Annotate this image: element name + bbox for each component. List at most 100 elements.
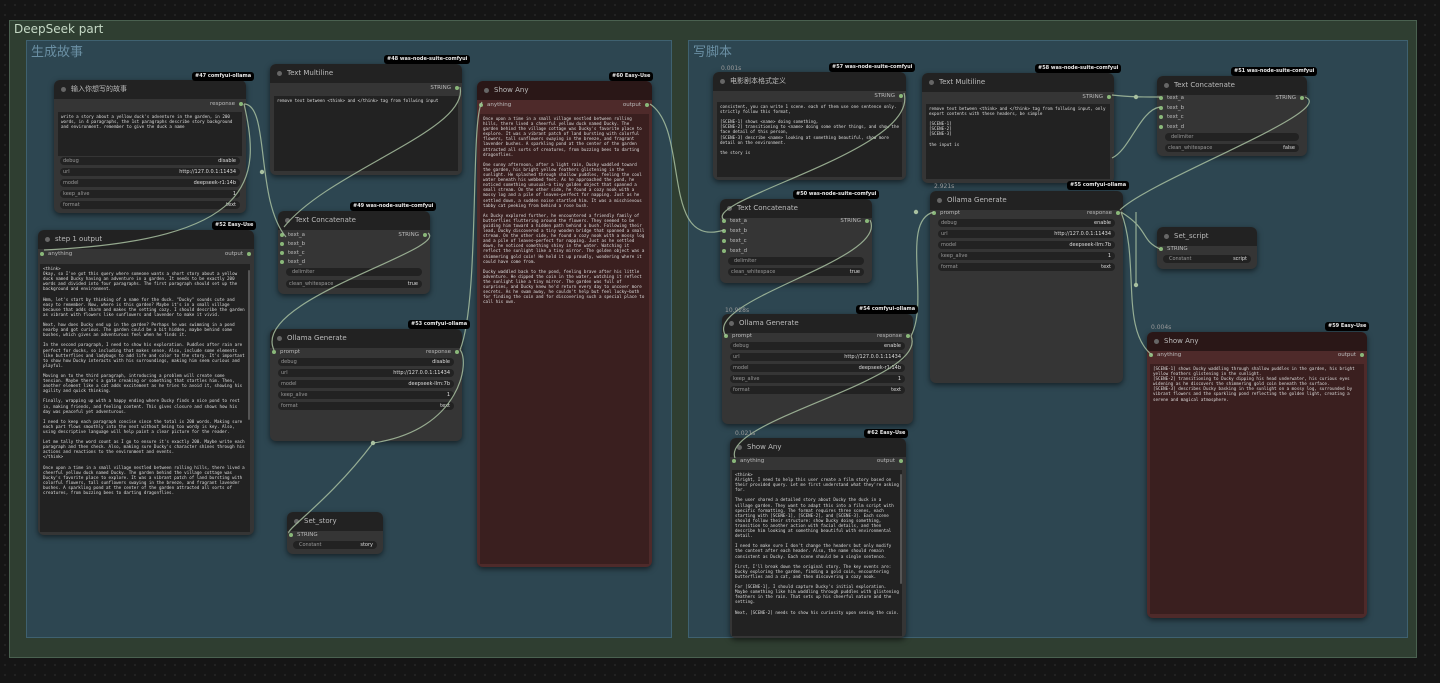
input-slot-text-d[interactable]: text_d — [722, 247, 747, 255]
input-slot-text-b[interactable]: text_b — [280, 240, 305, 248]
node-show-any-step1[interactable]: step 1 output anything output <think> Ok… — [38, 230, 254, 535]
widget-delimiter[interactable]: delimiter — [286, 268, 422, 276]
input-slot-text-a[interactable]: text_a — [280, 231, 305, 239]
output-slot-output[interactable]: output — [623, 101, 650, 109]
collapse-dot-icon[interactable] — [737, 445, 742, 450]
widget-url[interactable]: url http://127.0.0.1:11434 — [730, 353, 905, 361]
collapse-dot-icon[interactable] — [277, 71, 282, 76]
node-ollama-generate[interactable]: Ollama Generate prompt response debug ena… — [722, 314, 913, 424]
node-show-any-story[interactable]: Show Any anything output Once upon a tim… — [477, 81, 652, 567]
node-header[interactable]: Set_script — [1157, 227, 1257, 246]
text-textarea[interactable]: remove text between <think> and </think>… — [274, 96, 458, 171]
node-text-multiline[interactable]: Text Multiline STRING remove text betwee… — [922, 73, 1114, 183]
widget-constant[interactable]: Constant script — [1163, 255, 1251, 263]
collapse-dot-icon[interactable] — [484, 88, 489, 93]
node-set-script[interactable]: Set_script STRING Constant script — [1157, 227, 1257, 269]
node-header[interactable]: Text Multiline — [922, 73, 1114, 92]
node-header[interactable]: step 1 output — [38, 230, 254, 249]
collapse-dot-icon[interactable] — [285, 218, 290, 223]
widget-url[interactable]: url http://127.0.0.1:11434 — [278, 369, 454, 377]
input-slot-text-b[interactable]: text_b — [1159, 104, 1184, 112]
widget-keep-alive[interactable]: keep_alive 1 — [938, 252, 1115, 260]
widget-url[interactable]: url http://127.0.0.1:11434 — [938, 230, 1115, 238]
collapse-dot-icon[interactable] — [1154, 339, 1159, 344]
widget-model[interactable]: model deepseek-r1:14b — [60, 179, 240, 187]
scrollbar[interactable] — [248, 270, 250, 420]
output-slot-response[interactable]: response — [426, 348, 459, 356]
widget-model[interactable]: model deepseek-llm:7b — [938, 241, 1115, 249]
input-slot-anything[interactable]: anything — [479, 101, 511, 109]
widget-clean-whitespace[interactable]: clean_whitespace true — [286, 280, 422, 288]
widget-keep-alive[interactable]: keep_alive 1 — [60, 190, 240, 198]
output-slot-string[interactable]: STRING — [430, 84, 459, 92]
widget-format[interactable]: format text — [938, 263, 1115, 271]
output-slot-output[interactable]: output — [225, 250, 252, 258]
node-film-script-format[interactable]: 电影剧本格式定义 STRING consistent, you can writ… — [713, 72, 906, 180]
node-header[interactable]: Text Concatenate — [720, 199, 872, 218]
node-header[interactable]: Set_story — [287, 512, 383, 531]
widget-model[interactable]: model deepseek-r1:14b — [730, 364, 905, 372]
input-slot-text-b[interactable]: text_b — [722, 227, 747, 235]
collapse-dot-icon[interactable] — [61, 87, 66, 92]
input-slot-anything[interactable]: anything — [732, 457, 764, 465]
node-header[interactable]: Text Multiline — [270, 64, 462, 83]
node-header[interactable]: Text Concatenate — [278, 211, 430, 230]
node-ollama-generate[interactable]: Ollama Generate prompt response debug ena… — [930, 191, 1123, 383]
input-slot-string[interactable]: STRING — [289, 531, 318, 539]
collapse-dot-icon[interactable] — [727, 206, 732, 211]
widget-url[interactable]: url http://127.0.0.1:11434 — [60, 168, 240, 176]
widget-delimiter[interactable]: delimiter — [1165, 133, 1299, 141]
collapse-dot-icon[interactable] — [294, 519, 299, 524]
node-canvas[interactable]: DeepSeek part 生成故事 写脚本 #47 comfyui-ollam… — [0, 0, 1440, 683]
node-text-multiline[interactable]: Text Multiline STRING remove text betwee… — [270, 64, 462, 175]
input-slot-text-d[interactable]: text_d — [280, 258, 305, 266]
collapse-dot-icon[interactable] — [720, 79, 725, 84]
node-show-any-script[interactable]: Show Any anything output <think> Alright… — [730, 438, 906, 638]
output-slot-string[interactable]: STRING — [1082, 93, 1111, 101]
output-slot-output[interactable]: output — [877, 457, 904, 465]
collapse-dot-icon[interactable] — [277, 336, 282, 341]
output-slot-output[interactable]: output — [1338, 351, 1365, 359]
output-textarea[interactable]: Once upon a time in a small village nest… — [480, 114, 649, 564]
text-textarea[interactable]: remove text between <think> and </think>… — [926, 104, 1110, 179]
widget-debug[interactable]: debug disable — [278, 358, 454, 366]
input-slot-text-a[interactable]: text_a — [1159, 94, 1184, 102]
text-textarea[interactable]: consistent, you can write 1 scene. each … — [717, 102, 902, 177]
widget-format[interactable]: format text — [278, 402, 454, 410]
collapse-dot-icon[interactable] — [937, 198, 942, 203]
node-ollama-generate[interactable]: Ollama Generate prompt response debug dis… — [270, 329, 462, 441]
input-slot-text-d[interactable]: text_d — [1159, 123, 1184, 131]
scrollbar[interactable] — [900, 474, 902, 584]
node-text-concatenate[interactable]: Text Concatenate STRING text_a text_b te… — [1157, 76, 1307, 156]
output-slot-response[interactable]: response — [210, 100, 243, 108]
widget-clean-whitespace[interactable]: clean_whitespace false — [1165, 144, 1299, 152]
node-header[interactable]: Text Concatenate — [1157, 76, 1307, 95]
widget-debug[interactable]: debug enable — [938, 219, 1115, 227]
input-slot-text-c[interactable]: text_c — [722, 237, 747, 245]
input-slot-text-c[interactable]: text_c — [1159, 113, 1184, 121]
collapse-dot-icon[interactable] — [929, 80, 934, 85]
output-slot-string[interactable]: STRING — [874, 92, 903, 100]
node-header[interactable]: Show Any — [730, 438, 906, 457]
node-header[interactable]: Ollama Generate — [270, 329, 462, 348]
input-slot-prompt[interactable]: prompt — [724, 332, 752, 340]
node-header[interactable]: Ollama Generate — [722, 314, 913, 333]
output-slot-response[interactable]: response — [1087, 209, 1120, 217]
input-slot-string[interactable]: STRING — [1159, 245, 1188, 253]
widget-debug[interactable]: debug disable — [60, 157, 240, 165]
prompt-textarea[interactable]: write a story about a yellow duck's adve… — [58, 112, 242, 156]
output-slot-string[interactable]: STRING — [1275, 94, 1304, 102]
widget-format[interactable]: format text — [730, 386, 905, 394]
widget-format[interactable]: format text — [60, 201, 240, 209]
input-slot-text-a[interactable]: text_a — [722, 217, 747, 225]
node-set-story[interactable]: Set_story STRING Constant story — [287, 512, 383, 554]
node-header[interactable]: 电影剧本格式定义 — [713, 72, 906, 91]
input-slot-text-c[interactable]: text_c — [280, 249, 305, 257]
widget-debug[interactable]: debug enable — [730, 342, 905, 350]
collapse-dot-icon[interactable] — [729, 321, 734, 326]
widget-clean-whitespace[interactable]: clean_whitespace true — [728, 268, 864, 276]
node-text-concatenate[interactable]: Text Concatenate STRING text_a text_b te… — [278, 211, 430, 294]
output-slot-response[interactable]: response — [877, 332, 910, 340]
input-slot-prompt[interactable]: prompt — [272, 348, 300, 356]
node-header[interactable]: Show Any — [477, 81, 652, 100]
